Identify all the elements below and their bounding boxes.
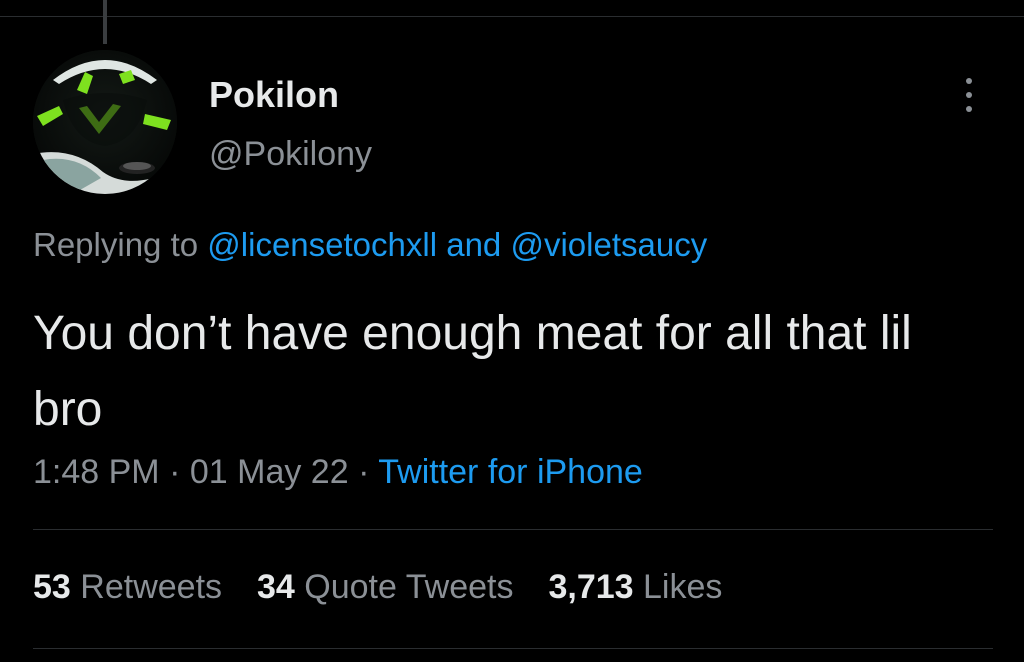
tweet-stats: 53 Retweets 34 Quote Tweets 3,713 Likes [33, 568, 722, 607]
tweet-source-link[interactable]: Twitter for iPhone [378, 453, 643, 491]
likes-stat[interactable]: 3,713 Likes [548, 568, 722, 607]
retweets-label: Retweets [80, 568, 223, 606]
more-vertical-icon-dot [966, 92, 972, 98]
retweets-stat[interactable]: 53 Retweets [33, 568, 222, 607]
likes-count: 3,713 [548, 568, 634, 606]
thread-connector-line [103, 0, 107, 44]
more-vertical-icon [966, 78, 972, 84]
replying-to-line: Replying to @licensetochxll and @violets… [33, 226, 707, 264]
reply-mention-link[interactable]: @licensetochxll [207, 226, 437, 263]
quote-tweets-stat[interactable]: 34 Quote Tweets [257, 568, 513, 607]
meta-separator: · [358, 453, 370, 491]
replying-to-prefix: Replying to [33, 226, 199, 263]
quote-tweets-count: 34 [257, 568, 295, 606]
more-vertical-icon-dot [966, 106, 972, 112]
tweet-date[interactable]: 01 May 22 [190, 453, 349, 491]
reply-mention-link[interactable]: @violetsaucy [510, 226, 707, 263]
tweet-text: You don’t have enough meat for all that … [33, 307, 912, 436]
top-divider [0, 16, 1024, 17]
more-options-button[interactable] [952, 74, 986, 116]
stats-top-divider [33, 529, 993, 530]
avatar[interactable] [33, 50, 177, 194]
tweet-meta: 1:48 PM · 01 May 22 · Twitter for iPhone [33, 453, 643, 492]
author-display-name[interactable]: Pokilon [209, 74, 339, 116]
retweets-count: 53 [33, 568, 71, 606]
tweet-time[interactable]: 1:48 PM [33, 453, 160, 491]
quote-tweets-label: Quote Tweets [304, 568, 514, 606]
reply-mention-joiner: and [446, 226, 502, 263]
likes-label: Likes [643, 568, 723, 606]
stats-bottom-divider [33, 648, 993, 649]
author-handle[interactable]: @Pokilony [209, 135, 372, 174]
meta-separator: · [169, 453, 181, 491]
avatar-image [33, 50, 177, 194]
